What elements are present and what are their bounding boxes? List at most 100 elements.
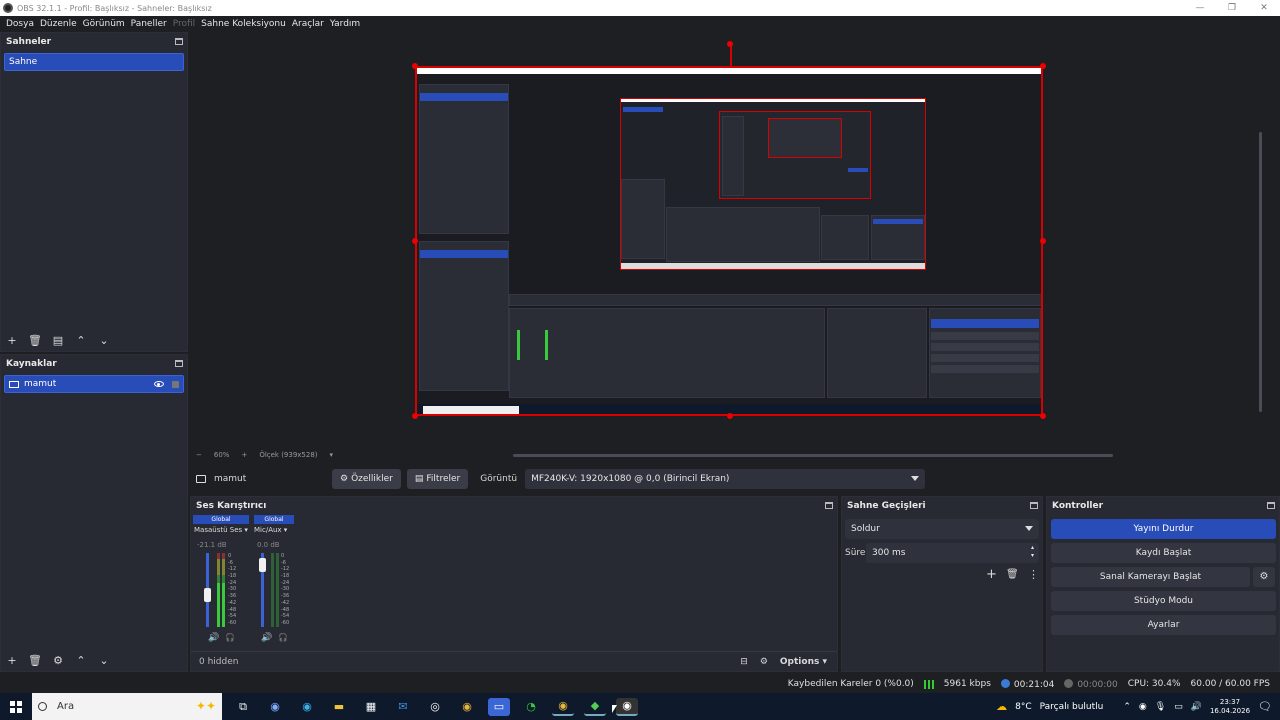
menu-profile[interactable]: Profil: [173, 19, 195, 29]
windows-start-icon[interactable]: [10, 700, 22, 713]
volume-icon[interactable]: 🔊: [1191, 702, 1202, 712]
menu-file[interactable]: Dosya: [6, 19, 34, 29]
move-down-icon[interactable]: ⌄: [97, 334, 111, 347]
resize-handle[interactable]: [1040, 238, 1046, 244]
preview-canvas[interactable]: [193, 32, 1270, 448]
whatsapp-icon[interactable]: ◔: [520, 698, 542, 716]
scale-label[interactable]: Ölçek (939x528): [259, 451, 317, 459]
undock-icon[interactable]: [175, 360, 183, 367]
audio-mixer-dock: Ses Karıştırıcı Global Masaüstü Ses ▾ -2…: [190, 496, 838, 672]
resize-handle[interactable]: [1040, 413, 1046, 419]
zoom-in-icon[interactable]: +: [241, 451, 247, 459]
add-icon[interactable]: +: [5, 334, 19, 347]
undock-icon[interactable]: [1267, 502, 1275, 509]
edge-icon[interactable]: ◉: [296, 698, 318, 716]
resize-handle[interactable]: [727, 413, 733, 419]
speaker-icon[interactable]: 🔊: [208, 633, 219, 643]
resize-handle[interactable]: [1040, 63, 1046, 69]
channel-name[interactable]: Masaüstü Ses ▾: [194, 526, 248, 534]
obs-icon[interactable]: ◉: [616, 697, 638, 716]
add-icon[interactable]: +: [986, 567, 997, 582]
trash-icon[interactable]: 🗑: [1006, 569, 1019, 580]
menu-edit[interactable]: Düzenle: [40, 19, 77, 29]
menu-docks[interactable]: Paneller: [131, 19, 167, 29]
zoom-out-icon[interactable]: −: [196, 451, 202, 459]
lock-icon[interactable]: [172, 380, 179, 388]
studio-mode-button[interactable]: Stüdyo Modu: [1051, 591, 1276, 611]
transition-select[interactable]: Soldur: [845, 519, 1039, 539]
clock[interactable]: 23:37 16.04.2026: [1210, 698, 1250, 716]
gear-icon[interactable]: ⚙: [760, 657, 768, 667]
undock-icon[interactable]: [825, 502, 833, 509]
taskbar-search[interactable]: Ara ✦✦: [32, 693, 222, 720]
microphone-icon[interactable]: 🎙: [1155, 702, 1166, 712]
preview-horizontal-scrollbar[interactable]: [513, 454, 1113, 457]
rotation-handle[interactable]: [727, 41, 733, 47]
copilot-icon[interactable]: ◉: [264, 698, 286, 716]
sources-dock: Kaynaklar mamut + 🗑 ⚙ ⌃ ⌄: [0, 354, 188, 672]
minecraft-icon[interactable]: ◆: [584, 698, 606, 716]
scene-item[interactable]: Sahne: [4, 53, 184, 71]
gear-icon[interactable]: ⚙: [51, 654, 65, 667]
close-icon[interactable]: ✕: [1248, 0, 1280, 16]
filter-icon[interactable]: ▤: [51, 334, 65, 347]
start-virtual-camera-button[interactable]: Sanal Kamerayı Başlat: [1051, 567, 1250, 587]
chrome-icon[interactable]: ◉: [456, 698, 478, 716]
chrome-icon[interactable]: ◉: [552, 698, 574, 716]
trash-icon[interactable]: 🗑: [28, 334, 42, 347]
app-icon[interactable]: ▭: [488, 697, 510, 716]
headphones-icon[interactable]: 🎧: [278, 633, 288, 642]
undock-icon[interactable]: [1030, 502, 1038, 509]
weather-icon[interactable]: ☁: [996, 700, 1007, 713]
menu-tools[interactable]: Araçlar: [292, 19, 324, 29]
source-item[interactable]: mamut: [4, 375, 184, 393]
properties-button[interactable]: ⚙ Özellikler: [332, 469, 401, 489]
store-icon[interactable]: ▦: [360, 698, 382, 716]
notifications-icon[interactable]: 🗨: [1258, 700, 1272, 713]
settings-button[interactable]: Ayarlar: [1051, 615, 1276, 635]
resize-handle[interactable]: [412, 63, 418, 69]
preview-source-frame[interactable]: [415, 66, 1043, 416]
resize-handle[interactable]: [412, 238, 418, 244]
trash-icon[interactable]: 🗑: [28, 654, 42, 667]
task-view-icon[interactable]: ⧉: [232, 698, 254, 716]
channel-name[interactable]: Mic/Aux ▾: [254, 526, 287, 534]
menu-help[interactable]: Yardım: [330, 19, 360, 29]
preview-vertical-scrollbar[interactable]: [1259, 132, 1262, 412]
volume-slider[interactable]: [259, 557, 266, 572]
network-icon[interactable]: ▭: [1174, 702, 1183, 712]
menu-scene-collection[interactable]: Sahne Koleksiyonu: [201, 19, 286, 29]
file-explorer-icon[interactable]: ▬: [328, 698, 350, 716]
chevron-down-icon[interactable]: ▾: [330, 451, 334, 459]
minimize-icon[interactable]: —: [1184, 0, 1216, 16]
weather-temp[interactable]: 8°C: [1015, 702, 1032, 712]
app-tray-icon[interactable]: ◉: [1139, 702, 1147, 712]
move-up-icon[interactable]: ⌃: [74, 654, 88, 667]
mail-icon[interactable]: ✉: [392, 698, 414, 716]
options-button[interactable]: Options ▾: [780, 657, 827, 667]
start-recording-button[interactable]: Kaydı Başlat: [1051, 543, 1276, 563]
maximize-icon[interactable]: ❐: [1216, 0, 1248, 16]
spin-arrows-icon[interactable]: ▴ ▾: [1031, 544, 1034, 560]
stop-streaming-button[interactable]: Yayını Durdur: [1051, 519, 1276, 539]
headphones-icon[interactable]: 🎧: [225, 633, 235, 642]
filters-button[interactable]: ▤ Filtreler: [406, 469, 469, 489]
eye-icon[interactable]: [154, 381, 164, 387]
display-select[interactable]: MF240K-V: 1920x1080 @ 0,0 (Birincil Ekra…: [525, 469, 926, 489]
move-down-icon[interactable]: ⌄: [97, 654, 111, 667]
speaker-icon[interactable]: 🔊: [261, 633, 272, 643]
layout-icon[interactable]: ⊟: [740, 657, 748, 667]
volume-slider[interactable]: [204, 587, 211, 602]
more-icon[interactable]: ⋮: [1028, 568, 1039, 581]
duration-spinbox[interactable]: 300 ms ▴ ▾: [866, 543, 1039, 563]
meter-scale-tick: -6: [281, 559, 286, 566]
resize-handle[interactable]: [412, 413, 418, 419]
add-icon[interactable]: +: [5, 654, 19, 667]
weather-desc[interactable]: Parçalı bulutlu: [1040, 702, 1104, 712]
menu-view[interactable]: Görünüm: [83, 19, 125, 29]
app-icon[interactable]: ◎: [424, 698, 446, 716]
move-up-icon[interactable]: ⌃: [74, 334, 88, 347]
chevron-up-icon[interactable]: ⌃: [1123, 702, 1131, 712]
gear-icon[interactable]: ⚙: [1253, 567, 1275, 587]
undock-icon[interactable]: [175, 38, 183, 45]
